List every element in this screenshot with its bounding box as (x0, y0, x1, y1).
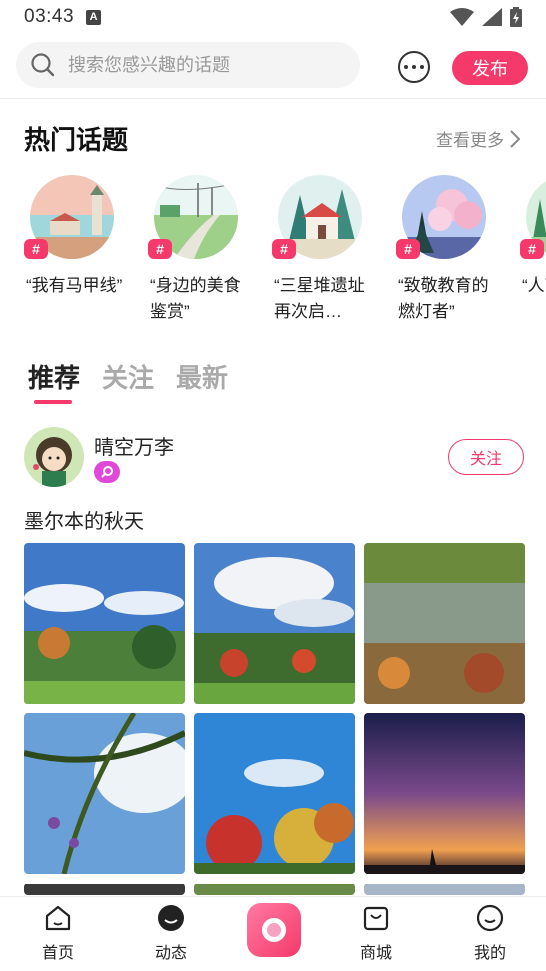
search-box[interactable] (16, 42, 360, 88)
publish-button[interactable]: 发布 (452, 51, 528, 85)
signal-icon (482, 8, 502, 26)
post-text: 墨尔本的秋天 (24, 511, 144, 533)
tab-recommend[interactable]: 推荐 (28, 358, 81, 404)
user-level-badge (94, 461, 120, 483)
username[interactable]: 晴空万李 (94, 431, 174, 460)
post-photo[interactable] (24, 713, 185, 874)
nav-label: 动态 (154, 945, 187, 962)
hashtag-badge: # (520, 239, 544, 259)
hashtag-badge: # (24, 239, 48, 259)
status-time: 03:43 (24, 6, 75, 27)
nav-home[interactable]: 首页 (18, 903, 98, 963)
topic-name: “我有马甲线” (26, 276, 123, 295)
see-more-label: 查看更多 (436, 131, 504, 150)
feed-tabs: 推荐 关注 最新 (28, 358, 228, 404)
nav-label: 我的 (473, 945, 506, 962)
battery-icon (510, 7, 522, 27)
status-bar: 03:43 A (0, 0, 546, 34)
topic-name: “人节” (522, 276, 546, 295)
top-bar: 发布 (0, 42, 546, 90)
shop-icon (363, 906, 389, 931)
nav-label: 商城 (359, 945, 392, 962)
post-photo[interactable] (364, 543, 525, 704)
post-photo[interactable] (364, 883, 525, 895)
follow-button[interactable]: 关注 (448, 439, 524, 475)
dot-icon (420, 65, 424, 69)
search-input[interactable] (68, 54, 338, 76)
topic-name: “三星堆遗址再次启… (274, 276, 365, 321)
home-icon (45, 905, 71, 931)
post-photo[interactable] (24, 543, 185, 704)
nav-center-button[interactable] (247, 903, 301, 957)
nav-feed[interactable]: 动态 (131, 903, 211, 963)
messages-button[interactable] (398, 51, 430, 83)
search-badge-icon (101, 466, 113, 478)
post-photo[interactable] (364, 713, 525, 874)
tab-label: 推荐 (28, 363, 81, 393)
active-tab-indicator (34, 400, 72, 404)
camera-center-icon (262, 918, 286, 942)
hot-topics-title: 热门话题 (24, 125, 129, 155)
post-photo[interactable] (194, 883, 355, 895)
dot-icon (404, 65, 408, 69)
notification-icon: A (86, 9, 102, 25)
hot-topics-list: # “我有马甲线” # “身边的美食鉴赏” # “三星堆遗址再次启… # “致敬… (0, 175, 546, 335)
bottom-nav: 首页 动态 商城 我的 (0, 896, 546, 971)
divider (0, 98, 546, 99)
post-photo[interactable] (24, 883, 185, 895)
post-photo[interactable] (194, 543, 355, 704)
topic-name: “致敬教育的燃灯者” (398, 276, 489, 321)
tab-latest[interactable]: 最新 (176, 358, 228, 395)
avatar[interactable] (24, 427, 84, 487)
hashtag-badge: # (396, 239, 420, 259)
see-more-link[interactable]: 查看更多 (436, 126, 520, 151)
profile-icon (476, 904, 504, 932)
nav-label: 首页 (41, 945, 74, 962)
nav-profile[interactable]: 我的 (450, 903, 530, 963)
topic-name: “身边的美食鉴赏” (150, 276, 241, 321)
wifi-icon (450, 8, 474, 26)
status-indicators (450, 7, 522, 27)
chevron-right-icon (510, 129, 520, 148)
hashtag-badge: # (148, 239, 172, 259)
dot-icon (412, 65, 416, 69)
search-icon (31, 53, 55, 77)
tab-following[interactable]: 关注 (102, 358, 154, 395)
post-photo[interactable] (194, 713, 355, 874)
hashtag-badge: # (272, 239, 296, 259)
nav-shop[interactable]: 商城 (336, 903, 416, 963)
feed-icon (158, 905, 184, 931)
